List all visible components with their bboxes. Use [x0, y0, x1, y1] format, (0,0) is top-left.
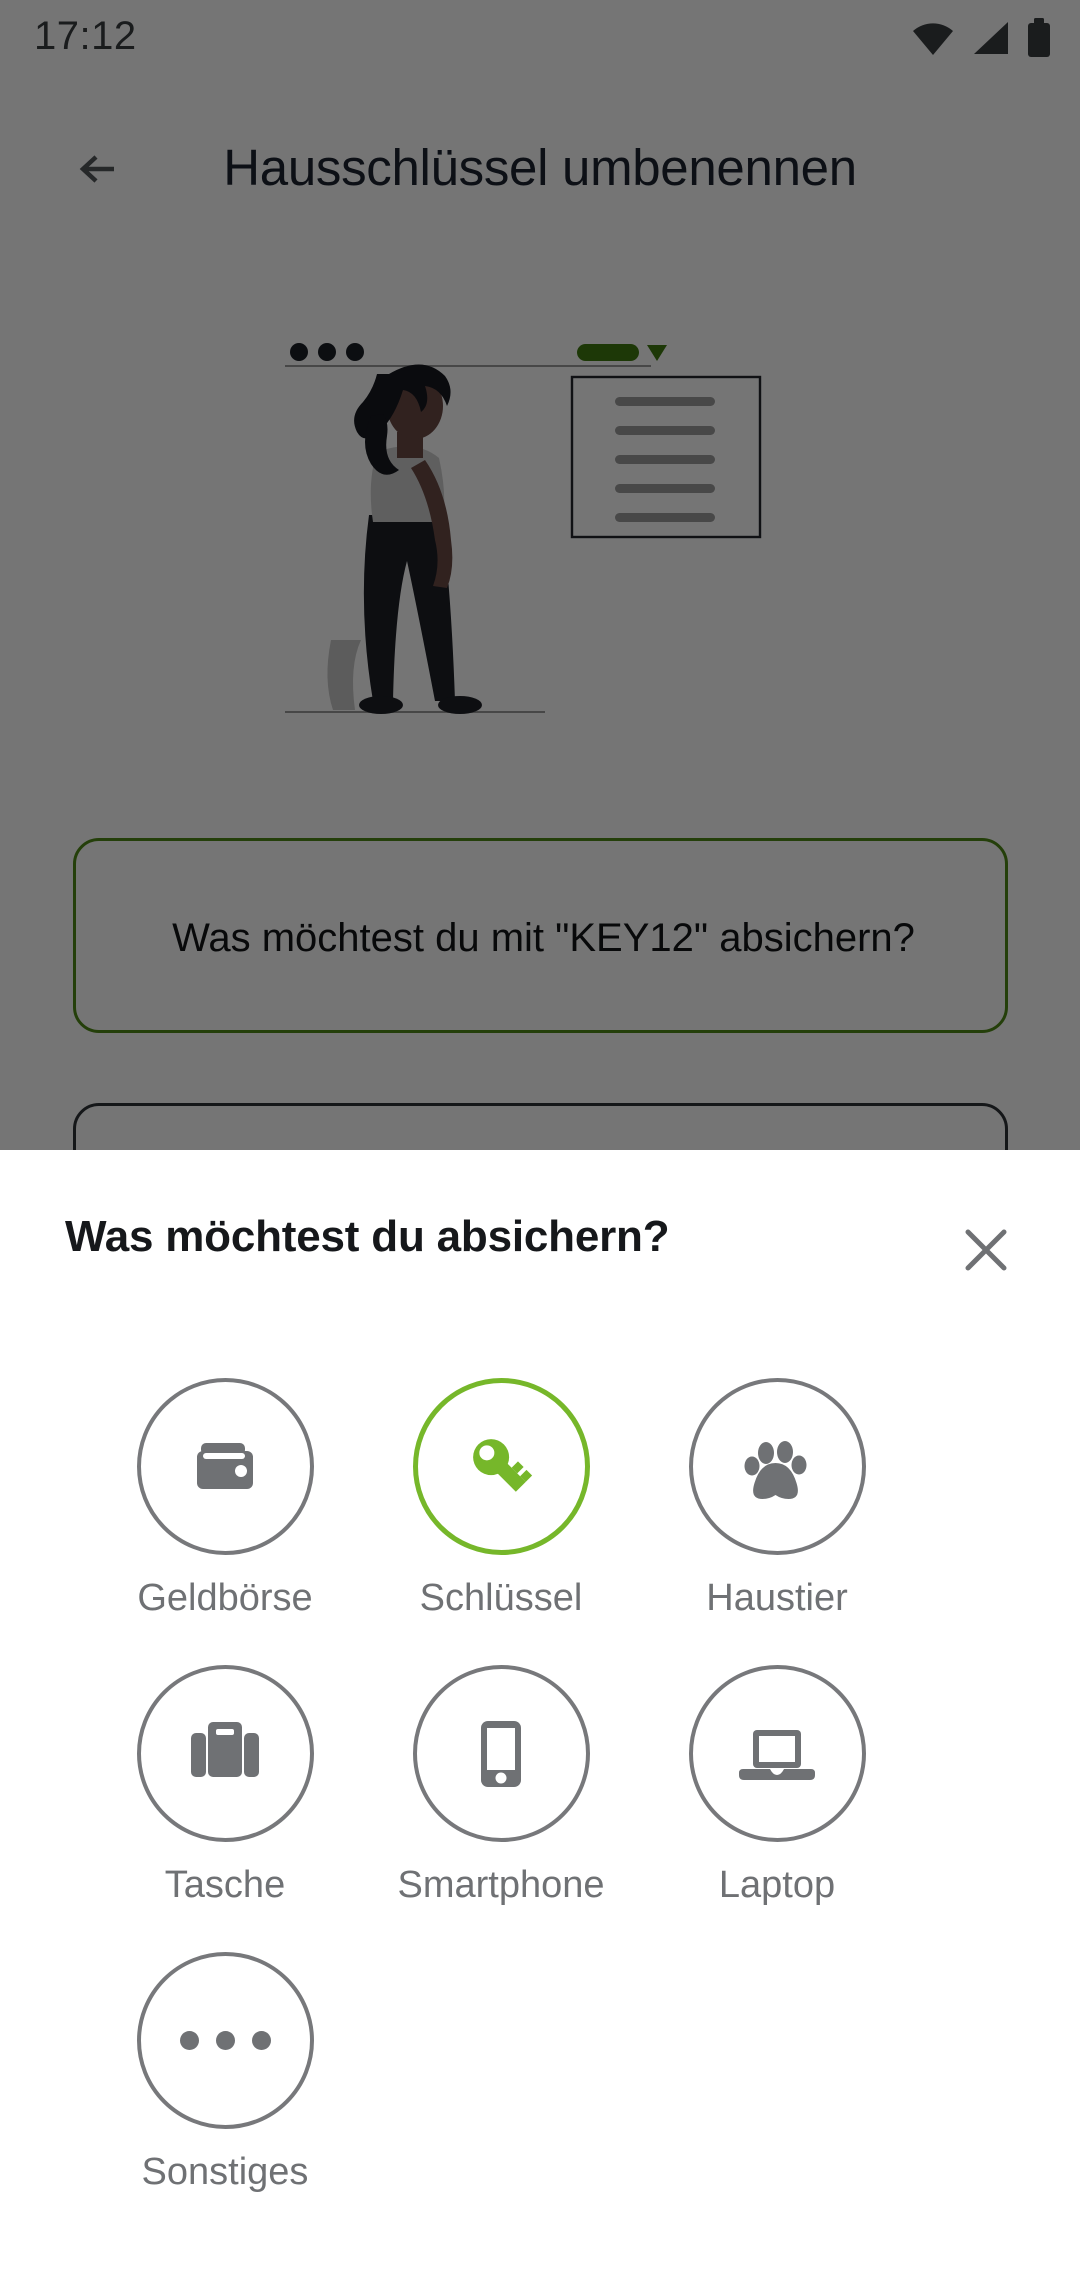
- category-grid-spacer: [363, 1952, 639, 2194]
- category-option-bag[interactable]: Tasche: [87, 1665, 363, 1907]
- secondary-input[interactable]: [73, 1103, 1008, 1150]
- category-option-wallet[interactable]: Geldbörse: [87, 1378, 363, 1620]
- secure-target-input[interactable]: Was möchtest du mit "KEY12" absichern?: [73, 838, 1008, 1033]
- category-label: Smartphone: [397, 1864, 605, 1906]
- category-icon-circle: [688, 1665, 866, 1842]
- close-button[interactable]: [952, 1216, 1020, 1284]
- category-label: Tasche: [164, 1864, 286, 1906]
- category-grid-spacer: [639, 1952, 915, 2194]
- category-row-2: Tasche Smartphone Laptop: [0, 1665, 1080, 1907]
- status-bar: 17:12: [0, 0, 1080, 80]
- category-option-other[interactable]: Sonstiges: [87, 1952, 363, 2194]
- category-icon-circle: [136, 1665, 314, 1842]
- category-option-key[interactable]: Schlüssel: [363, 1378, 639, 1620]
- category-icon-circle: [688, 1378, 866, 1555]
- category-option-laptop[interactable]: Laptop: [639, 1665, 915, 1907]
- page-title: Hausschlüssel umbenennen: [223, 139, 857, 196]
- category-label: Laptop: [718, 1864, 836, 1906]
- cellular-signal-icon: [970, 21, 1010, 60]
- category-option-pet[interactable]: Haustier: [639, 1378, 915, 1620]
- category-label: Schlüssel: [419, 1577, 583, 1619]
- laptop-icon: [739, 1729, 815, 1780]
- category-label: Geldbörse: [137, 1577, 313, 1619]
- category-label: Sonstiges: [141, 2151, 309, 2193]
- category-label: Haustier: [706, 1577, 848, 1619]
- bottom-sheet-title: Was möchtest du absichern?: [65, 1212, 670, 1261]
- status-bar-clock: 17:12: [34, 14, 137, 58]
- category-row-3: Sonstiges: [0, 1952, 1080, 2194]
- battery-icon: [1026, 18, 1052, 63]
- more-dots-icon: [179, 2031, 271, 2050]
- secure-target-input-value: Was möchtest du mit "KEY12" absichern?: [172, 916, 915, 960]
- app-bar: Hausschlüssel umbenennen: [0, 120, 1080, 230]
- wallet-icon: [197, 1442, 253, 1489]
- status-bar-icons: [912, 18, 1052, 63]
- category-grid: Geldbörse Schlüssel Haustier Tasche Smar…: [0, 1378, 1080, 2194]
- smartphone-icon: [481, 1720, 521, 1787]
- paw-icon: [744, 1440, 807, 1499]
- background-app-screen: 17:12 Hausschlüssel umbenennen Was möcht…: [0, 0, 1080, 1150]
- briefcase-icon: [191, 1721, 259, 1777]
- category-icon-circle: [412, 1665, 590, 1842]
- illustration: [285, 340, 805, 730]
- category-icon-circle: [136, 1378, 314, 1555]
- close-icon: [965, 1229, 1007, 1271]
- category-option-smartphone[interactable]: Smartphone: [363, 1665, 639, 1907]
- category-icon-circle: [412, 1378, 590, 1555]
- wifi-icon: [912, 21, 954, 60]
- category-row-1: Geldbörse Schlüssel Haustier: [0, 1378, 1080, 1620]
- category-icon-circle: [136, 1952, 314, 2129]
- secondary-input-value: [76, 1106, 1011, 1150]
- key-icon: [473, 1438, 533, 1492]
